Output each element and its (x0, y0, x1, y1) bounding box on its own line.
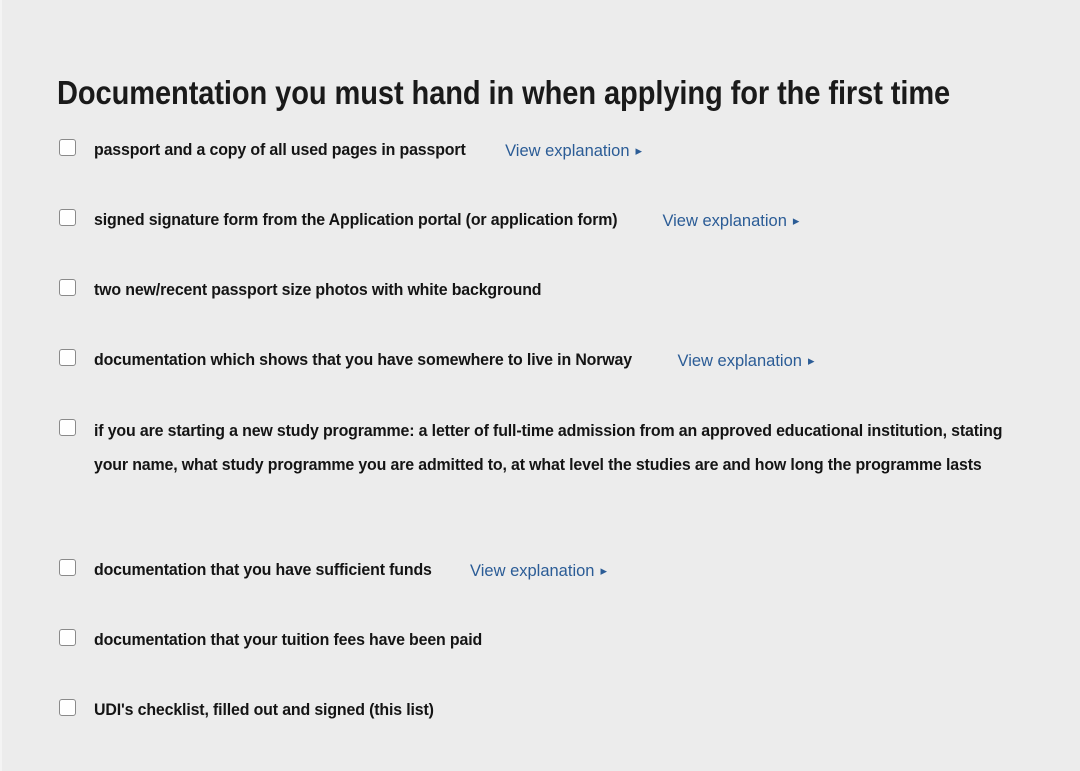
list-item-body: if you are starting a new study programm… (94, 414, 1049, 482)
view-explanation-label: View explanation (470, 562, 595, 580)
view-explanation-link[interactable]: View explanation ▸ (662, 204, 799, 238)
checkbox-icon[interactable] (59, 209, 76, 226)
list-item[interactable]: signed signature form from the Applicati… (0, 204, 1080, 274)
list-item[interactable]: documentation that your tuition fees hav… (0, 624, 1080, 694)
view-explanation-link[interactable]: View explanation ▸ (505, 134, 642, 168)
view-explanation-link[interactable]: View explanation ▸ (470, 554, 607, 588)
list-item[interactable]: passport and a copy of all used pages in… (0, 134, 1080, 204)
checkbox-icon[interactable] (59, 629, 76, 646)
page-title: Documentation you must hand in when appl… (57, 74, 951, 112)
list-item[interactable]: if you are starting a new study programm… (0, 414, 1080, 554)
list-item-body: two new/recent passport size photos with… (94, 274, 558, 307)
list-item-body: signed signature form from the Applicati… (94, 204, 799, 238)
documentation-checklist: passport and a copy of all used pages in… (0, 134, 1080, 764)
list-item-body: documentation that you have sufficient f… (94, 554, 607, 588)
view-explanation-label: View explanation (677, 352, 802, 370)
checkbox-icon[interactable] (59, 349, 76, 366)
list-item-label: passport and a copy of all used pages in… (94, 141, 466, 159)
chevron-right-icon: ▸ (792, 213, 800, 228)
list-item[interactable]: documentation that you have sufficient f… (0, 554, 1080, 624)
list-item-label: UDI's checklist, filled out and signed (… (94, 701, 434, 719)
list-item-body: documentation that your tuition fees hav… (94, 624, 496, 657)
list-item-label: if you are starting a new study programm… (94, 422, 1003, 474)
chevron-right-icon: ▸ (635, 143, 643, 158)
view-explanation-link[interactable]: View explanation ▸ (677, 344, 814, 378)
list-item-label: two new/recent passport size photos with… (94, 281, 542, 299)
list-item-label: documentation that your tuition fees hav… (94, 631, 483, 649)
list-item[interactable]: UDI's checklist, filled out and signed (… (0, 694, 1080, 764)
list-item[interactable]: two new/recent passport size photos with… (0, 274, 1080, 344)
chevron-right-icon: ▸ (807, 353, 815, 368)
list-item-label: signed signature form from the Applicati… (94, 211, 618, 229)
checkbox-icon[interactable] (59, 559, 76, 576)
checkbox-icon[interactable] (59, 279, 76, 296)
list-item-body: passport and a copy of all used pages in… (94, 134, 642, 168)
list-item-label: documentation which shows that you have … (94, 351, 632, 369)
view-explanation-label: View explanation (505, 142, 630, 160)
chevron-right-icon: ▸ (600, 563, 607, 578)
checkbox-icon[interactable] (59, 419, 76, 436)
list-item-label: documentation that you have sufficient f… (94, 561, 432, 579)
view-explanation-label: View explanation (662, 212, 787, 230)
checkbox-icon[interactable] (59, 139, 76, 156)
list-item[interactable]: documentation which shows that you have … (0, 344, 1080, 414)
list-item-body: documentation which shows that you have … (94, 344, 814, 378)
list-item-body: UDI's checklist, filled out and signed (… (94, 694, 446, 727)
checkbox-icon[interactable] (59, 699, 76, 716)
documentation-checklist-page: Documentation you must hand in when appl… (0, 0, 1080, 771)
